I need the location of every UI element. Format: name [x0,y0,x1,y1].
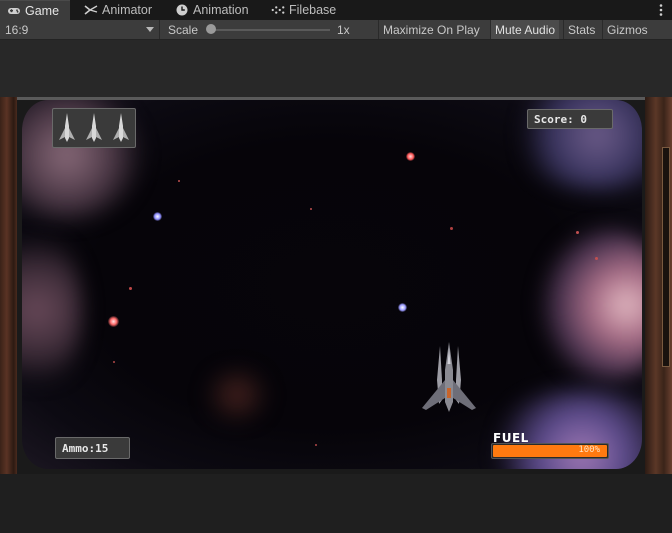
chevron-down-icon [146,27,154,32]
lives-indicator [52,108,136,148]
ammo-text: Ammo:15 [62,441,109,455]
fuel-bar: 100% [491,443,609,459]
score-text: Score: 0 [534,112,587,126]
scale-label: Scale [168,22,199,37]
score-display: Score: 0 [527,109,613,129]
maximize-on-play-toggle[interactable]: Maximize On Play [378,20,484,39]
star [108,316,119,327]
animator-icon [84,3,98,17]
star [595,257,598,260]
star [406,152,415,161]
tab-animation[interactable]: Animation [175,0,249,20]
star [153,212,162,221]
game-view-toolbar: 16:9 Scale 1x Maximize On Play Mute Audi… [0,20,672,40]
tab-animator-label: Animator [102,3,153,17]
scale-slider-track[interactable] [210,29,330,31]
nebula-faint-center [202,370,272,420]
star [315,444,317,446]
more-options-icon[interactable] [656,3,666,17]
star [310,208,312,210]
life-ship-icon [85,113,102,142]
stats-toggle[interactable]: Stats [563,20,599,39]
nebula-left [22,230,82,390]
cockpit-frame-left [0,97,17,474]
star [113,361,115,363]
life-ship-icon [113,113,130,142]
aspect-ratio-dropdown[interactable]: 16:9 [0,20,160,39]
nebula-right [542,230,642,380]
tab-filebase[interactable]: Filebase [271,0,336,20]
player-spaceship [422,342,476,412]
mute-audio-toggle[interactable]: Mute Audio [490,20,560,39]
cockpit-side-panel [662,147,670,367]
star [576,231,579,234]
scale-slider-handle[interactable] [206,24,216,34]
tab-animation-label: Animation [193,3,249,17]
game-screen[interactable]: Score: 0 Ammo:15 FUEL 100% [22,100,642,469]
life-ship-icon [58,113,75,142]
gamepad-icon [7,4,21,18]
aspect-ratio-value: 16:9 [5,22,29,37]
tab-filebase-label: Filebase [289,3,337,17]
tab-animator[interactable]: Animator [84,0,152,20]
clock-icon [175,3,189,17]
filebase-icon [271,3,285,17]
star [129,287,132,290]
game-view-letterbox [0,474,672,533]
star [178,180,180,182]
scale-value: 1x [337,22,350,37]
editor-tab-bar: Game Animator Animation Filebase [0,0,672,20]
star [398,303,407,312]
tab-game-label: Game [25,3,60,18]
fuel-percent-text: 100% [578,445,600,455]
gizmos-dropdown[interactable]: Gizmos [602,20,652,39]
cockpit-frame-right [645,97,672,474]
ammo-display: Ammo:15 [55,437,130,459]
star [450,227,453,230]
tab-game[interactable]: Game [0,0,70,20]
